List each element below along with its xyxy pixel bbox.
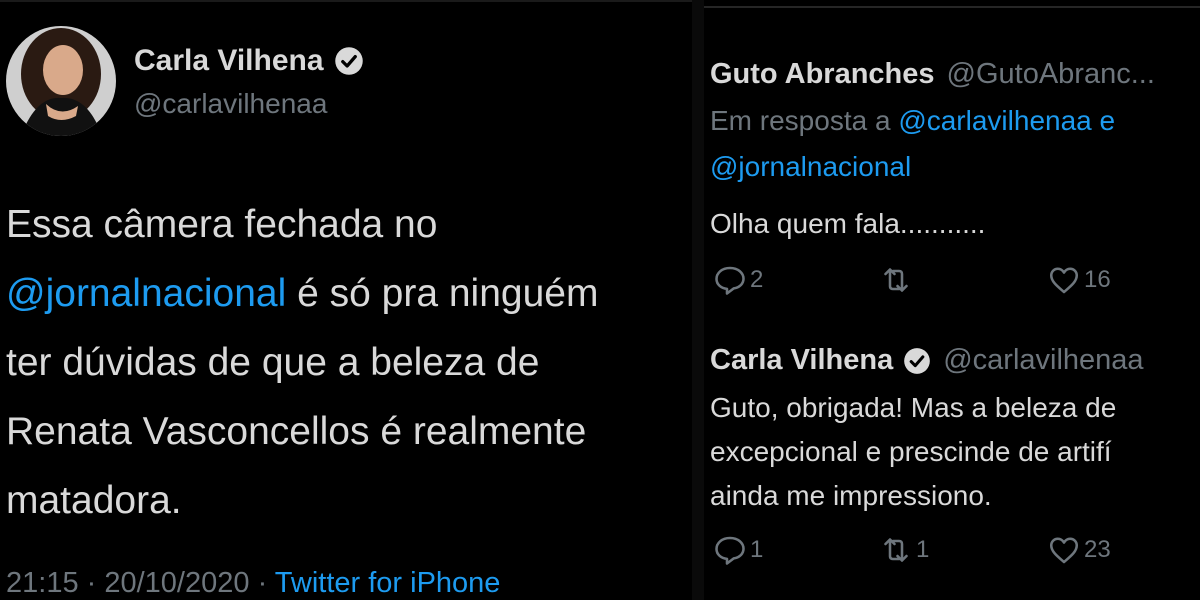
reply-action[interactable]: 2 [712, 262, 763, 298]
reply-author-name[interactable]: Carla Vilhena [710, 344, 893, 377]
like-icon [1049, 537, 1079, 564]
avatar-image [6, 26, 116, 136]
author-name[interactable]: Carla Vilhena [134, 44, 364, 78]
reply-text-line: excepcional e prescinde de artifí [710, 436, 1112, 467]
tweet-line: Renata Vasconcellos é realmente [6, 410, 587, 453]
tweet-date: 20/10/2020 [104, 567, 250, 599]
reply-icon [715, 266, 745, 295]
retweet-count: 1 [916, 536, 930, 563]
top-divider [704, 6, 1200, 8]
tweet-line: matadora. [6, 479, 182, 522]
author-handle[interactable]: @carlavilhenaa [134, 88, 327, 120]
tweet-line: @jornalnacional é só pra ninguém [6, 272, 599, 315]
verified-badge-icon [334, 47, 363, 75]
verified-badge-icon [904, 347, 931, 374]
reply-text: Olha quem fala........... [710, 208, 986, 239]
tweet-source-link[interactable]: Twitter for iPhone [275, 567, 501, 599]
meta-separator: · [249, 567, 275, 599]
like-icon [1049, 267, 1079, 294]
reply-actions: 1 1 23 [710, 532, 1200, 572]
reply-icon [715, 536, 745, 565]
main-tweet-panel: Carla Vilhena @carlavilhenaa Essa câmera… [0, 0, 692, 600]
like-count: 23 [1084, 536, 1111, 563]
in-reply-to: Em resposta a @carlavilhenaa e [710, 98, 1115, 144]
reply-count: 1 [750, 536, 764, 563]
retweet-action[interactable] [878, 262, 916, 298]
reply-author-name[interactable]: Guto Abranches [710, 58, 935, 91]
retweet-icon [884, 268, 908, 292]
in-reply-and: e [1091, 105, 1116, 136]
reply-count: 2 [750, 266, 764, 293]
reply-action[interactable]: 1 [712, 532, 763, 568]
tweet-line: ter dúvidas de que a beleza de [6, 341, 540, 384]
meta-separator: · [78, 567, 105, 599]
reply-author-handle[interactable]: @GutoAbranc... [947, 58, 1155, 91]
replies-panel: Guto Abranches @GutoAbranc... Em respost… [704, 0, 1200, 600]
mention-link[interactable]: @carlavilhenaa [898, 105, 1091, 136]
tweet-line: Essa câmera fechada no [6, 203, 438, 246]
retweet-action[interactable]: 1 [878, 532, 929, 568]
tweet-text: Essa câmera fechada no @jornalnacional é… [6, 190, 692, 535]
like-count: 16 [1084, 266, 1111, 293]
panel-divider [692, 0, 704, 600]
in-reply-to-line-2: @jornalnacional [710, 144, 911, 190]
reply-text-line: ainda me impressiono. [710, 480, 992, 511]
reply-header[interactable]: Carla Vilhena @carlavilhenaa [710, 344, 1144, 377]
like-action[interactable]: 23 [1046, 532, 1111, 568]
author-avatar[interactable] [6, 26, 116, 136]
top-divider [0, 0, 692, 2]
tweet-time: 21:15 [6, 567, 79, 599]
in-reply-label: Em resposta a [710, 105, 899, 136]
tweet-meta: 21:15 · 20/10/2020 · Twitter for iPhone [6, 567, 500, 600]
like-action[interactable]: 16 [1046, 262, 1111, 298]
reply-text-line: Guto, obrigada! Mas a beleza de [710, 392, 1117, 423]
mention-link[interactable]: @jornalnacional [710, 151, 911, 182]
mention-link[interactable]: @jornalnacional [6, 272, 286, 315]
retweet-icon [884, 538, 908, 562]
reply-author-handle[interactable]: @carlavilhenaa [943, 344, 1143, 377]
reply-header[interactable]: Guto Abranches @GutoAbranc... [710, 58, 1155, 91]
reply-actions: 2 16 [710, 262, 1200, 302]
author-name-text: Carla Vilhena [134, 44, 324, 77]
